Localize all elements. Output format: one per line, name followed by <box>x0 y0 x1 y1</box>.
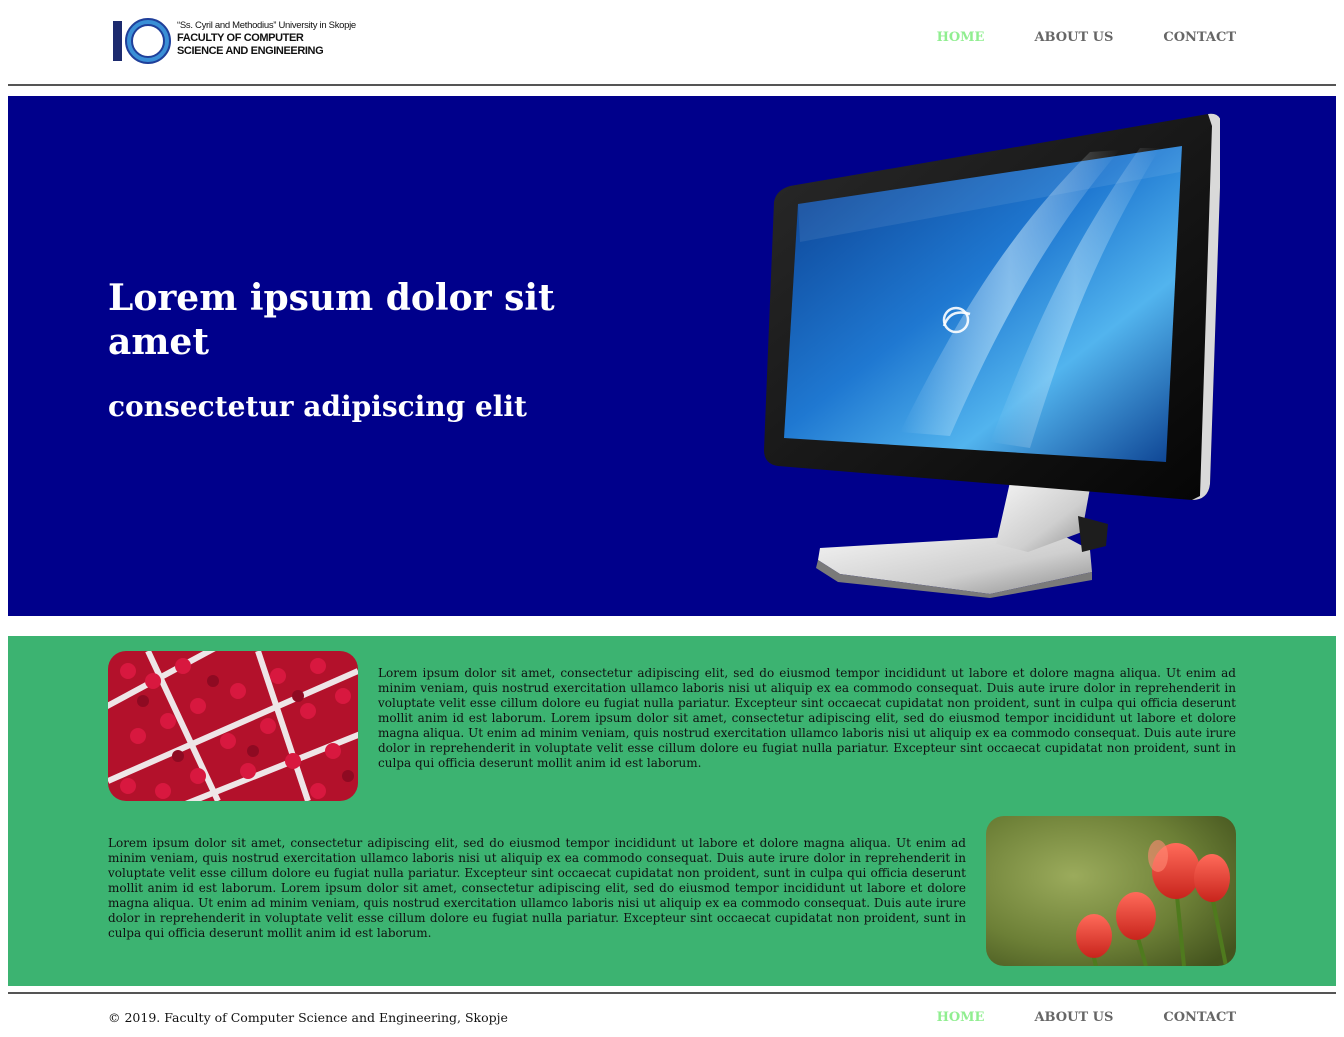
footer-nav-contact-link[interactable]: CONTACT <box>1163 1010 1236 1025</box>
hero-subtitle: consectetur adipiscing elit <box>108 390 527 423</box>
io-logo-mark <box>113 18 171 64</box>
footer-nav-home-link[interactable]: HOME <box>937 1010 985 1025</box>
logo-text: “Ss. Cyril and Methodius” University in … <box>177 19 377 58</box>
footer-nav-about-us-link[interactable]: ABOUT US <box>1034 1010 1113 1025</box>
nav-about-us-link[interactable]: ABOUT US <box>1034 30 1113 45</box>
logo-university-name: “Ss. Cyril and Methodius” University in … <box>177 20 356 31</box>
nav-contact-link[interactable]: CONTACT <box>1163 30 1236 45</box>
raspberries-image <box>108 651 358 801</box>
header-divider <box>8 84 1336 86</box>
footer-nav: HOME ABOUT US CONTACT <box>887 1010 1236 1025</box>
faculty-logo[interactable]: “Ss. Cyril and Methodius” University in … <box>112 17 372 65</box>
raspberries-picture <box>108 651 358 801</box>
footer-divider <box>8 992 1336 994</box>
content-paragraph-2: Lorem ipsum dolor sit amet, consectetur … <box>108 836 966 940</box>
tulips-picture <box>986 816 1236 966</box>
computer-monitor-image <box>764 113 1220 598</box>
hero-title: Lorem ipsum dolor sit amet <box>108 277 555 363</box>
site-header: “Ss. Cyril and Methodius” University in … <box>0 0 1344 86</box>
logo-faculty-line-2: SCIENCE AND ENGINEERING <box>177 45 324 57</box>
hero-banner: Lorem ipsum dolor sit amet consectetur a… <box>8 96 1336 616</box>
footer-copyright: © 2019. Faculty of Computer Science and … <box>108 1010 508 1025</box>
content-section: Lorem ipsum dolor sit amet, consectetur … <box>8 636 1336 986</box>
content-paragraph-1: Lorem ipsum dolor sit amet, consectetur … <box>378 666 1236 770</box>
logo-faculty-line-1: FACULTY OF COMPUTER <box>177 32 304 44</box>
header-nav: HOME ABOUT US CONTACT <box>887 30 1236 45</box>
nav-home-link[interactable]: HOME <box>937 30 985 45</box>
tulips-image <box>986 816 1236 966</box>
